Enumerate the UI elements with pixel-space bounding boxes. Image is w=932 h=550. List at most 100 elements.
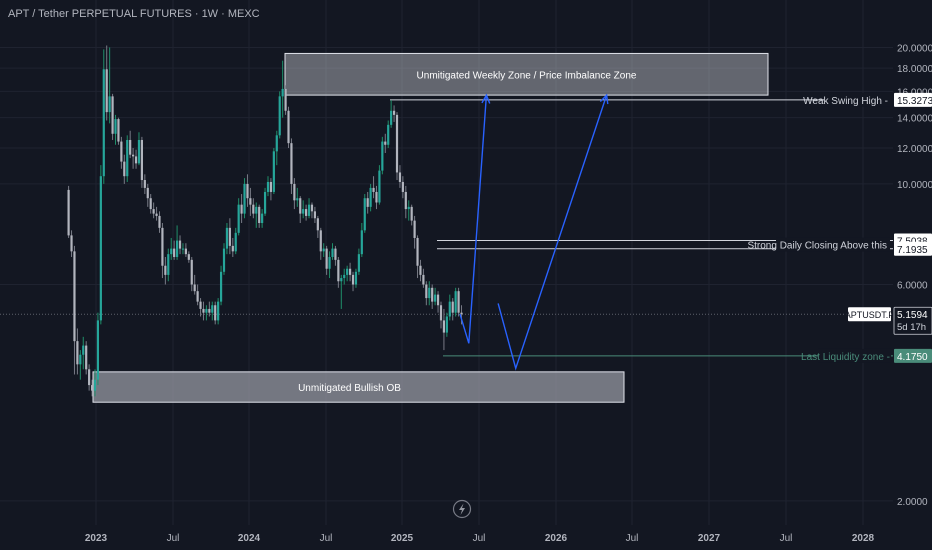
candle-body — [369, 187, 372, 207]
candles — [67, 45, 463, 397]
candle-body — [375, 191, 378, 203]
candle-body — [410, 206, 413, 221]
candle-body — [129, 139, 132, 155]
candle-body — [337, 259, 340, 282]
projection-path — [459, 95, 488, 344]
candle-body — [431, 287, 434, 302]
candle-body — [266, 181, 270, 192]
candle-body — [269, 181, 273, 192]
x-tick-label: Jul — [626, 533, 639, 544]
y-tick-label: 18.0000 — [897, 64, 932, 75]
candle-body — [442, 320, 446, 333]
candle-body — [70, 235, 73, 252]
event-marker-bolt — [459, 503, 465, 515]
candle-body — [340, 278, 343, 282]
x-tick-label: 2024 — [238, 533, 261, 544]
candle-body — [90, 385, 94, 391]
candle-body — [211, 305, 214, 313]
price-tag-label: 7.1935 — [897, 245, 928, 256]
price-chart[interactable]: Unmitigated Weekly Zone / Price Imbalanc… — [0, 0, 932, 550]
candle-body — [137, 139, 141, 164]
candle-body — [225, 227, 229, 249]
candle-body — [313, 211, 317, 219]
y-tick-label: 12.0000 — [897, 144, 932, 155]
candle-body — [167, 254, 170, 275]
candle-body — [196, 291, 199, 302]
candle-body — [246, 183, 249, 199]
candle-body — [237, 204, 240, 233]
candle-body — [425, 284, 428, 299]
candle-body — [252, 204, 255, 214]
candle-body — [434, 294, 437, 302]
candle-body — [366, 198, 369, 207]
candle-body — [105, 69, 108, 113]
chart-root: Unmitigated Weekly Zone / Price Imbalanc… — [0, 0, 932, 550]
candle-body — [357, 254, 360, 272]
candle-body — [231, 245, 234, 252]
candle-body — [322, 248, 325, 252]
bullish-ob-label: Unmitigated Bullish OB — [298, 383, 401, 394]
chart-title: APT / Tether PERPETUAL FUTURES · 1W · ME… — [8, 8, 260, 20]
y-tick-label: 10.0000 — [897, 180, 932, 191]
candle-body — [79, 354, 82, 365]
candle-body — [407, 206, 410, 210]
candle-body — [392, 110, 396, 115]
candle-body — [275, 135, 278, 152]
candle-body — [205, 308, 208, 313]
candle-body — [123, 161, 126, 177]
candle-body — [261, 213, 264, 223]
candle-body — [178, 240, 182, 249]
candle-body — [219, 271, 223, 302]
x-tick-label: 2026 — [545, 533, 568, 544]
candle-body — [152, 209, 155, 214]
candle-body — [454, 291, 457, 313]
candle-body — [287, 110, 290, 144]
candle-body — [390, 110, 393, 125]
candle-body — [384, 141, 387, 145]
candle-body — [439, 305, 443, 321]
candle-body — [96, 320, 100, 380]
candle-body — [120, 141, 123, 162]
candle-body — [187, 254, 190, 260]
x-axis: 2023 Jul 2024 Jul 2025 Jul 2026 Jul 2027 Jul 2028 — [85, 533, 875, 544]
candle-body — [243, 183, 246, 214]
candle-body — [325, 248, 328, 269]
candle-body — [307, 204, 311, 216]
candle-body — [272, 151, 275, 192]
candle-body — [175, 240, 179, 257]
candle-body — [126, 139, 129, 177]
candle-body — [132, 154, 135, 157]
candle-body — [249, 198, 252, 205]
candle-body — [348, 268, 352, 275]
candle-body — [222, 248, 226, 272]
candle-body — [319, 230, 322, 252]
candle-body — [293, 183, 296, 201]
candle-body — [428, 287, 431, 299]
candle-body — [284, 88, 287, 111]
candle-body — [416, 237, 419, 266]
candle-body — [372, 187, 375, 192]
candle-body — [143, 180, 146, 188]
y-tick-label: 14.0000 — [897, 114, 932, 125]
candle-body — [436, 294, 440, 306]
countdown-label: 5d 17h — [897, 322, 926, 333]
candle-body — [278, 96, 281, 136]
candle-body — [114, 119, 117, 134]
candle-body — [378, 170, 381, 203]
x-tick-label: Jul — [320, 533, 333, 544]
weekly-zone-label: Unmitigated Weekly Zone / Price Imbalanc… — [417, 70, 637, 81]
candle-body — [258, 206, 261, 223]
price-tag-label: 15.3273 — [897, 96, 932, 107]
lightning-icon — [452, 499, 472, 519]
candle-body — [82, 345, 85, 355]
strong-daily-label: Strong Daily Closing Above this — [747, 241, 887, 252]
candle-body — [164, 265, 167, 275]
price-tag-label: 4.1750 — [897, 352, 928, 363]
candle-body — [117, 119, 120, 142]
candle-body — [419, 265, 422, 275]
candle-body — [76, 341, 79, 365]
candle-body — [73, 251, 76, 342]
candle-body — [214, 305, 217, 321]
candle-body — [255, 206, 258, 214]
annotation-zones: Unmitigated Weekly Zone / Price Imbalanc… — [92, 52, 769, 403]
